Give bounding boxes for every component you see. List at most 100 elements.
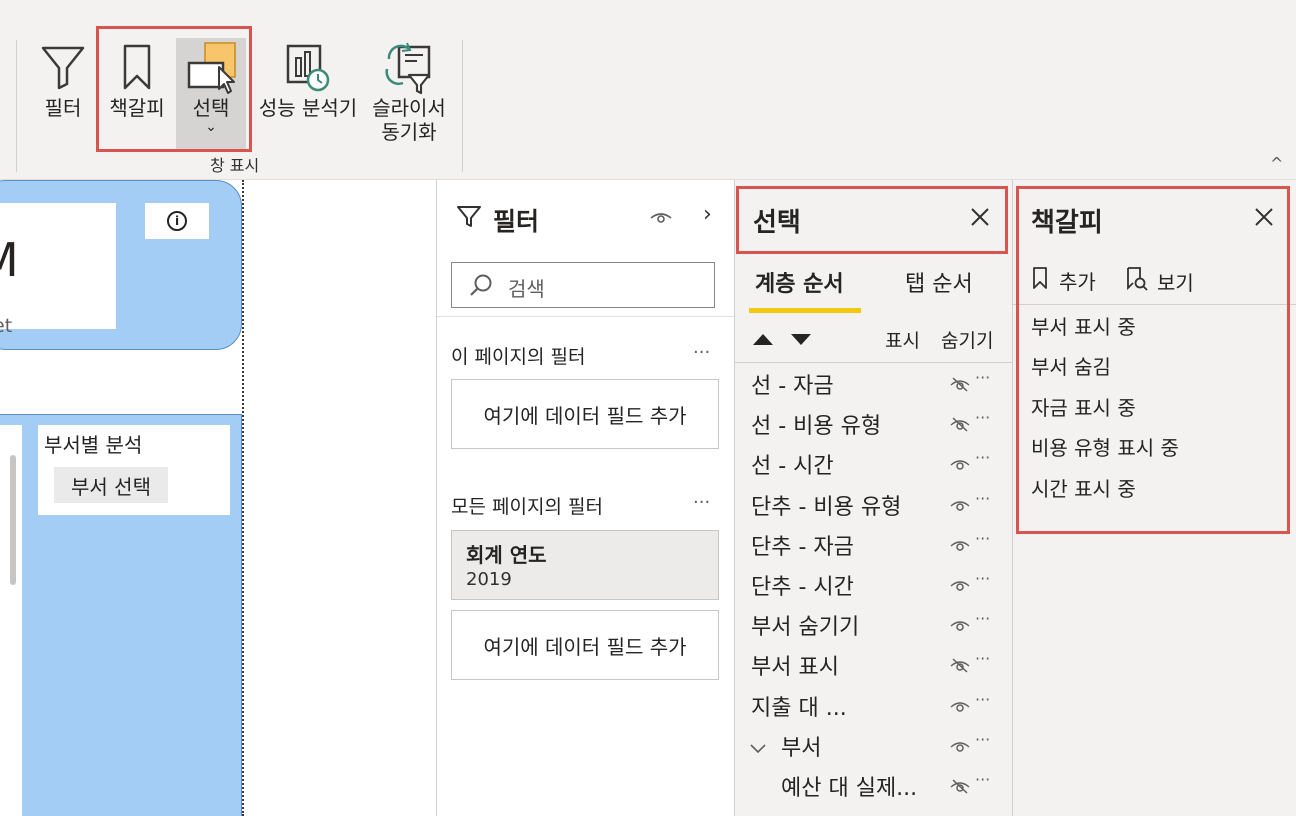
selection-item-row[interactable]: 선 - 자금 ··· [735,364,1013,404]
eye-icon[interactable] [949,537,971,557]
ribbon-filter-button[interactable]: 필터 [34,38,92,150]
selection-item-row[interactable]: 단추 - 비용 유형 ··· [735,485,1013,525]
scrollbar-thumb[interactable] [10,455,16,585]
collapse-ribbon-icon[interactable]: ^ [1270,154,1283,173]
eye-hidden-icon[interactable] [949,376,971,396]
page-filters-drop-zone[interactable]: 여기에 데이터 필드 추가 [451,379,719,449]
more-options-icon[interactable]: ··· [975,448,990,467]
chevron-right-icon[interactable]: › [703,202,712,227]
bookmark-item[interactable]: 시간 표시 중 [1031,474,1179,514]
chevron-down-icon[interactable]: ⌄ [205,120,217,134]
selection-item-row[interactable]: 부서 표시 ··· [735,645,1013,685]
more-options-icon[interactable]: ··· [975,770,990,789]
bookmark-item[interactable]: 비용 유형 표시 중 [1031,433,1179,473]
eye-icon[interactable] [949,577,971,597]
add-bookmark-button[interactable]: 추가 [1031,266,1096,295]
eye-icon[interactable] [949,456,971,476]
ribbon-bookmark-button[interactable]: 책갈피 [104,38,170,150]
search-icon [468,273,494,303]
fiscal-year-filter-title: 회계 연도 [466,543,547,567]
more-options-icon[interactable]: ··· [975,408,990,427]
all-pages-filters-heading: 모든 페이지의 필터 [451,496,603,518]
eye-hidden-icon[interactable] [949,657,971,677]
tab-layer-order[interactable]: 계층 순서 [755,266,844,298]
ribbon-group-label: 창 표시 [210,156,260,175]
view-bookmark-button[interactable]: 보기 [1125,266,1194,297]
selection-item-row[interactable]: 선 - 비용 유형 ··· [735,404,1013,444]
more-options-icon[interactable]: ··· [693,342,710,363]
selection-item-row[interactable]: 지출 대 ... ··· [735,686,1013,726]
selection-item-label: 선 - 자금 [751,374,834,399]
filter-pane: 필터 › 검색 이 페이지의 필터 ··· 여기에 데이터 필드 추가 모든 페… [436,180,735,816]
divider [735,362,1013,363]
more-options-icon[interactable]: ··· [975,529,990,548]
ribbon-performance-analyzer-label: 성능 분석기 [258,96,358,120]
ribbon-bookmark-label: 책갈피 [109,96,165,120]
more-options-icon[interactable]: ··· [975,489,990,508]
bookmark-icon [1031,266,1049,295]
ribbon-filter-label: 필터 [44,96,82,120]
close-icon[interactable] [1253,206,1275,232]
move-down-icon[interactable] [791,334,811,345]
card-visual[interactable]: M get i [0,180,242,350]
eye-hidden-icon[interactable] [949,778,971,798]
selection-item-label: 지출 대 ... [751,695,847,721]
selection-item-row[interactable]: 단추 - 자금 ··· [735,525,1013,565]
info-button[interactable]: i [145,203,209,239]
move-up-icon[interactable] [753,334,773,345]
divider [437,316,735,317]
selection-item-row[interactable]: 단추 - 시간 ··· [735,565,1013,605]
active-tab-indicator [749,308,861,313]
ribbon-sync-slicers-button[interactable]: 슬라이서 동기화 [366,38,452,150]
selection-item-label: 단추 - 비용 유형 [751,494,902,520]
eye-icon[interactable] [949,617,971,637]
selection-item-label: 부서 숨기기 [751,615,860,641]
ribbon-separator [462,40,463,172]
eye-icon[interactable] [949,698,971,718]
selection-group-row[interactable]: 부서 ··· [735,726,1013,766]
view-bookmark-icon [1125,266,1149,297]
bookmark-item[interactable]: 부서 숨김 [1031,352,1179,392]
more-options-icon[interactable]: ··· [975,730,990,749]
eye-icon[interactable] [649,210,673,230]
close-icon[interactable] [969,206,991,232]
more-options-icon[interactable]: ··· [975,690,990,709]
info-icon: i [167,211,187,231]
fiscal-year-filter-card[interactable]: 회계 연도 2019 [451,530,719,600]
department-slicer: 부서별 분석 부서 선택 [38,425,230,515]
tab-tab-order[interactable]: 탭 순서 [905,266,973,298]
more-options-icon[interactable]: ··· [975,609,990,628]
slicer-title: 부서별 분석 [44,433,143,457]
card-label: get [0,315,13,337]
visual-boundary [242,180,244,816]
more-options-icon[interactable]: ··· [975,649,990,668]
eye-icon[interactable] [949,738,971,758]
card-inner: M get [0,203,116,337]
more-options-icon[interactable]: ··· [693,492,710,513]
selection-pane-title: 선택 [753,208,801,238]
selected-visual-panel[interactable]: 부서별 분석 부서 선택 [0,414,242,816]
eye-hidden-icon[interactable] [949,416,971,436]
add-bookmark-label: 추가 [1059,270,1096,294]
ribbon-selection-button[interactable]: 선택 ⌄ [176,38,246,150]
filter-icon [39,38,87,96]
hide-all-button[interactable]: 숨기기 [941,326,993,353]
department-select-button[interactable]: 부서 선택 [54,467,168,503]
more-options-icon[interactable]: ··· [975,569,990,588]
scrollbar[interactable] [0,425,22,816]
chevron-down-icon[interactable] [749,740,767,759]
bookmark-item[interactable]: 부서 표시 중 [1031,312,1179,352]
selection-item-row[interactable]: 선 - 시간 ··· [735,444,1013,484]
bookmark-item[interactable]: 자금 표시 중 [1031,393,1179,433]
all-pages-filters-drop-zone[interactable]: 여기에 데이터 필드 추가 [451,610,719,680]
selection-toolbar: 표시 숨기기 [735,322,1013,362]
ribbon-performance-analyzer-button[interactable]: 성능 분석기 [256,38,360,150]
filter-search-input[interactable]: 검색 [451,262,715,308]
selection-item-row[interactable]: 예산 대 실제... ··· [735,766,1013,806]
view-bookmark-label: 보기 [1157,271,1194,295]
bookmark-list: 부서 표시 중 부서 숨김 자금 표시 중 비용 유형 표시 중 시간 표시 중 [1031,312,1179,514]
eye-icon[interactable] [949,497,971,517]
more-options-icon[interactable]: ··· [975,368,990,387]
selection-item-row[interactable]: 부서 숨기기 ··· [735,605,1013,645]
show-all-button[interactable]: 표시 [885,326,920,353]
